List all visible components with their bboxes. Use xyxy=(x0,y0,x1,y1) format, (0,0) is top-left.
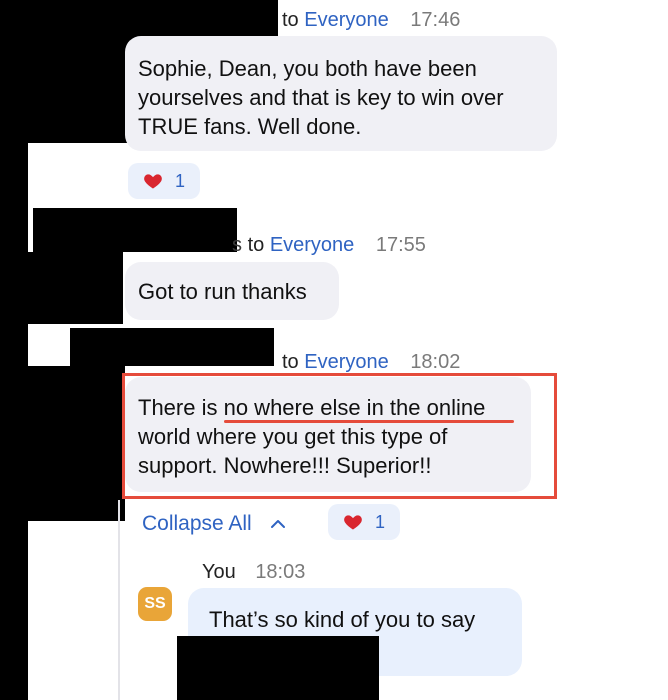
to-label: to xyxy=(282,9,299,31)
message-header: to Everyone 17:46 xyxy=(282,9,460,32)
message-bubble[interactable]: Got to run thanks xyxy=(125,262,339,320)
message-time: 18:02 xyxy=(410,351,461,373)
reply-header: You 18:03 xyxy=(202,561,305,584)
highlight-box xyxy=(122,373,557,499)
redaction-block xyxy=(0,366,125,521)
to-label: to xyxy=(247,234,265,256)
recipient-link[interactable]: Everyone xyxy=(304,9,389,31)
redaction-block xyxy=(17,252,123,324)
redaction-block xyxy=(70,328,274,366)
message-text: That’s so kind of you to say xyxy=(209,607,476,632)
to-label: to xyxy=(282,351,299,373)
collapse-all-label: Collapse All xyxy=(142,512,252,535)
sender-name: You xyxy=(202,561,236,583)
reaction-chip[interactable]: 1 xyxy=(328,504,400,540)
recipient-link[interactable]: Everyone xyxy=(304,351,389,373)
collapse-all-button[interactable]: Collapse All xyxy=(142,512,286,536)
thread-line xyxy=(118,500,120,700)
message-header: to Everyone 18:02 xyxy=(282,351,460,374)
redacted-name-tail: s xyxy=(232,234,248,256)
recipient-link[interactable]: Everyone xyxy=(270,234,355,256)
message-time: 18:03 xyxy=(255,561,306,583)
chevron-up-icon xyxy=(270,520,285,529)
message-time: 17:55 xyxy=(375,234,426,256)
reaction-count: 1 xyxy=(374,511,385,532)
message-text: Sophie, Dean, you both have been yoursel… xyxy=(138,56,504,139)
message-header: s to Everyone 17:55 xyxy=(232,234,426,257)
redaction-block xyxy=(33,208,237,252)
avatar[interactable]: SS xyxy=(138,587,172,621)
heart-icon xyxy=(344,515,362,530)
reaction-chip[interactable]: 1 xyxy=(128,163,200,199)
message-text: Got to run thanks xyxy=(138,279,307,304)
message-time: 17:46 xyxy=(410,9,461,31)
message-bubble[interactable]: Sophie, Dean, you both have been yoursel… xyxy=(125,36,557,151)
reaction-count: 1 xyxy=(174,170,185,191)
avatar-initials: SS xyxy=(144,595,166,612)
redaction-block xyxy=(177,636,379,700)
heart-icon xyxy=(144,174,162,189)
